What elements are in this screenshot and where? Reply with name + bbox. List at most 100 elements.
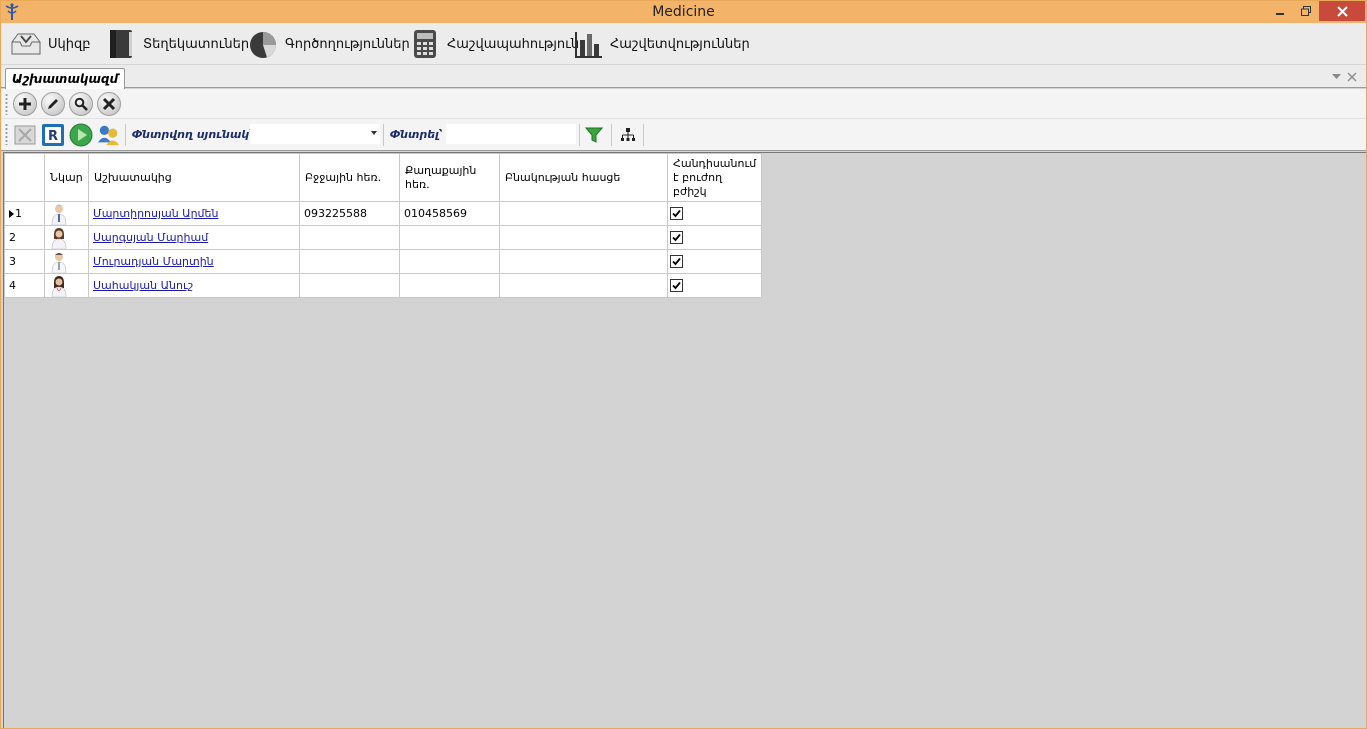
- menu-item-accounting[interactable]: Հաշվապահություն: [409, 27, 579, 61]
- row-header[interactable]: 2: [4, 225, 45, 250]
- checkmark-icon: [672, 233, 681, 241]
- table-row[interactable]: 1 Մարտիրոսյան Արմեն 093225588 010458569: [4, 201, 763, 226]
- employee-link[interactable]: Սահակյան Անուշ: [93, 279, 193, 292]
- edit-button[interactable]: [41, 92, 65, 116]
- address-cell[interactable]: [499, 249, 668, 274]
- city-phone-cell[interactable]: [399, 273, 500, 298]
- close-window-button[interactable]: [1319, 1, 1365, 21]
- table-row[interactable]: 2 Սարգսյան Մարիամ: [4, 225, 763, 250]
- inbox-tray-icon: [11, 33, 41, 55]
- column-header-is-doctor[interactable]: Հանդիսանում է բուժող բժիշկ: [666, 153, 763, 202]
- is-doctor-cell[interactable]: [666, 201, 763, 226]
- tab-list-dropdown[interactable]: [1330, 71, 1342, 83]
- close-icon: [1347, 72, 1357, 82]
- address-cell[interactable]: [499, 201, 668, 226]
- table-header-row: Նկար Աշխատակից Բջջային հեռ. Քաղաքային հե…: [4, 153, 763, 202]
- is-doctor-checkbox[interactable]: [670, 230, 683, 244]
- svg-text:R: R: [48, 129, 58, 144]
- delete-button[interactable]: [97, 92, 121, 116]
- column-header-photo[interactable]: Նկար: [44, 153, 89, 202]
- checkmark-icon: [672, 209, 681, 217]
- employee-cell[interactable]: Մարտիրոսյան Արմեն: [88, 201, 300, 226]
- column-header-employee[interactable]: Աշխատակից: [88, 153, 300, 202]
- search-input[interactable]: [446, 124, 576, 144]
- mobile-cell[interactable]: 093225588: [299, 201, 400, 226]
- employee-cell[interactable]: Սարգսյան Մարիամ: [88, 225, 300, 250]
- menu-item-label: Գործողություններ: [285, 36, 410, 52]
- excel-export-icon: [14, 125, 36, 145]
- edit-icon: [48, 99, 58, 109]
- mobile-cell[interactable]: [299, 249, 400, 274]
- close-icon: [1336, 5, 1348, 17]
- address-cell[interactable]: [499, 225, 668, 250]
- doctor-male-avatar: [51, 252, 67, 273]
- minimize-button[interactable]: [1267, 1, 1293, 21]
- address-cell[interactable]: [499, 273, 668, 298]
- employee-cell[interactable]: Մուրադյան Մարտին: [88, 249, 300, 274]
- menu-item-label: Հաշվապահություն: [447, 36, 580, 52]
- photo-cell[interactable]: [44, 225, 89, 250]
- add-icon: [19, 98, 31, 110]
- employee-link[interactable]: Սարգսյան Մարիամ: [93, 231, 208, 244]
- play-icon: [69, 123, 93, 147]
- employee-link[interactable]: Մարտիրոսյան Արմեն: [93, 207, 218, 220]
- row-number: 3: [9, 255, 16, 268]
- city-phone-cell[interactable]: 010458569: [399, 201, 500, 226]
- table-row[interactable]: 4 Սահակյան Անուշ: [4, 273, 763, 298]
- staff-grid-area: Նկար Աշխատակից Բջջային հեռ. Քաղաքային հե…: [3, 152, 1366, 728]
- menu-item-reports[interactable]: Հաշվետվություններ: [572, 27, 750, 61]
- checkmark-icon: [672, 281, 681, 289]
- is-doctor-checkbox[interactable]: [670, 278, 683, 292]
- find-button[interactable]: [69, 92, 93, 116]
- current-row-arrow-icon: [9, 210, 14, 218]
- photo-cell[interactable]: [44, 201, 89, 226]
- mobile-cell[interactable]: [299, 225, 400, 250]
- restore-button[interactable]: [1293, 1, 1319, 21]
- refresh-button[interactable]: R: [41, 123, 65, 147]
- is-doctor-cell[interactable]: [666, 249, 763, 274]
- is-doctor-cell[interactable]: [666, 225, 763, 250]
- column-header-mobile[interactable]: Բջջային հեռ.: [299, 153, 400, 202]
- export-excel-button[interactable]: [13, 123, 37, 147]
- main-menu: Սկիզբ Տեղեկատուներ Գործողություններ Հաշվ…: [1, 23, 1366, 65]
- employee-cell[interactable]: Սահակյան Անուշ: [88, 273, 300, 298]
- window-title: Medicine: [652, 4, 715, 20]
- toolbar-separator: [579, 124, 580, 146]
- photo-cell[interactable]: [44, 273, 89, 298]
- record-toolbar: [1, 89, 1366, 119]
- run-button[interactable]: [69, 123, 93, 147]
- users-button[interactable]: [97, 123, 121, 147]
- doctor-female-avatar: [51, 275, 67, 297]
- employee-link[interactable]: Մուրադյան Մարտին: [93, 255, 214, 268]
- close-tab-button[interactable]: [1346, 71, 1358, 83]
- search-column-select[interactable]: [250, 124, 380, 144]
- toolbar-grip[interactable]: [5, 93, 8, 115]
- row-header[interactable]: 1: [4, 201, 45, 226]
- toolbar-separator: [643, 124, 644, 146]
- is-doctor-cell[interactable]: [666, 273, 763, 298]
- column-header-city-phone[interactable]: Քաղաքային հեռ.: [399, 153, 500, 202]
- menu-item-label: Հաշվետվություններ: [610, 36, 750, 52]
- mobile-cell[interactable]: [299, 273, 400, 298]
- add-button[interactable]: [13, 92, 37, 116]
- column-header-address[interactable]: Բնակության հասցե: [499, 153, 668, 202]
- menu-item-home[interactable]: Սկիզբ: [10, 27, 91, 61]
- city-phone-cell[interactable]: [399, 225, 500, 250]
- menu-item-operations[interactable]: Գործողություններ: [247, 27, 410, 61]
- menu-item-directories[interactable]: Տեղեկատուներ: [105, 27, 249, 61]
- filter-button[interactable]: [582, 123, 606, 147]
- tab-staff[interactable]: Աշխատակազմ: [5, 68, 125, 89]
- hierarchy-button[interactable]: [616, 123, 640, 147]
- chevron-down-icon: [371, 131, 377, 135]
- row-header[interactable]: 3: [4, 249, 45, 274]
- is-doctor-checkbox[interactable]: [670, 206, 683, 220]
- toolbar-grip[interactable]: [5, 123, 8, 145]
- delete-icon: [102, 97, 116, 111]
- row-header[interactable]: 4: [4, 273, 45, 298]
- toolbar-separator: [125, 124, 126, 146]
- is-doctor-checkbox[interactable]: [670, 254, 683, 268]
- doctor-female-avatar: [51, 227, 67, 249]
- city-phone-cell[interactable]: [399, 249, 500, 274]
- photo-cell[interactable]: [44, 249, 89, 274]
- table-row[interactable]: 3 Մուրադյան Մարտին: [4, 249, 763, 274]
